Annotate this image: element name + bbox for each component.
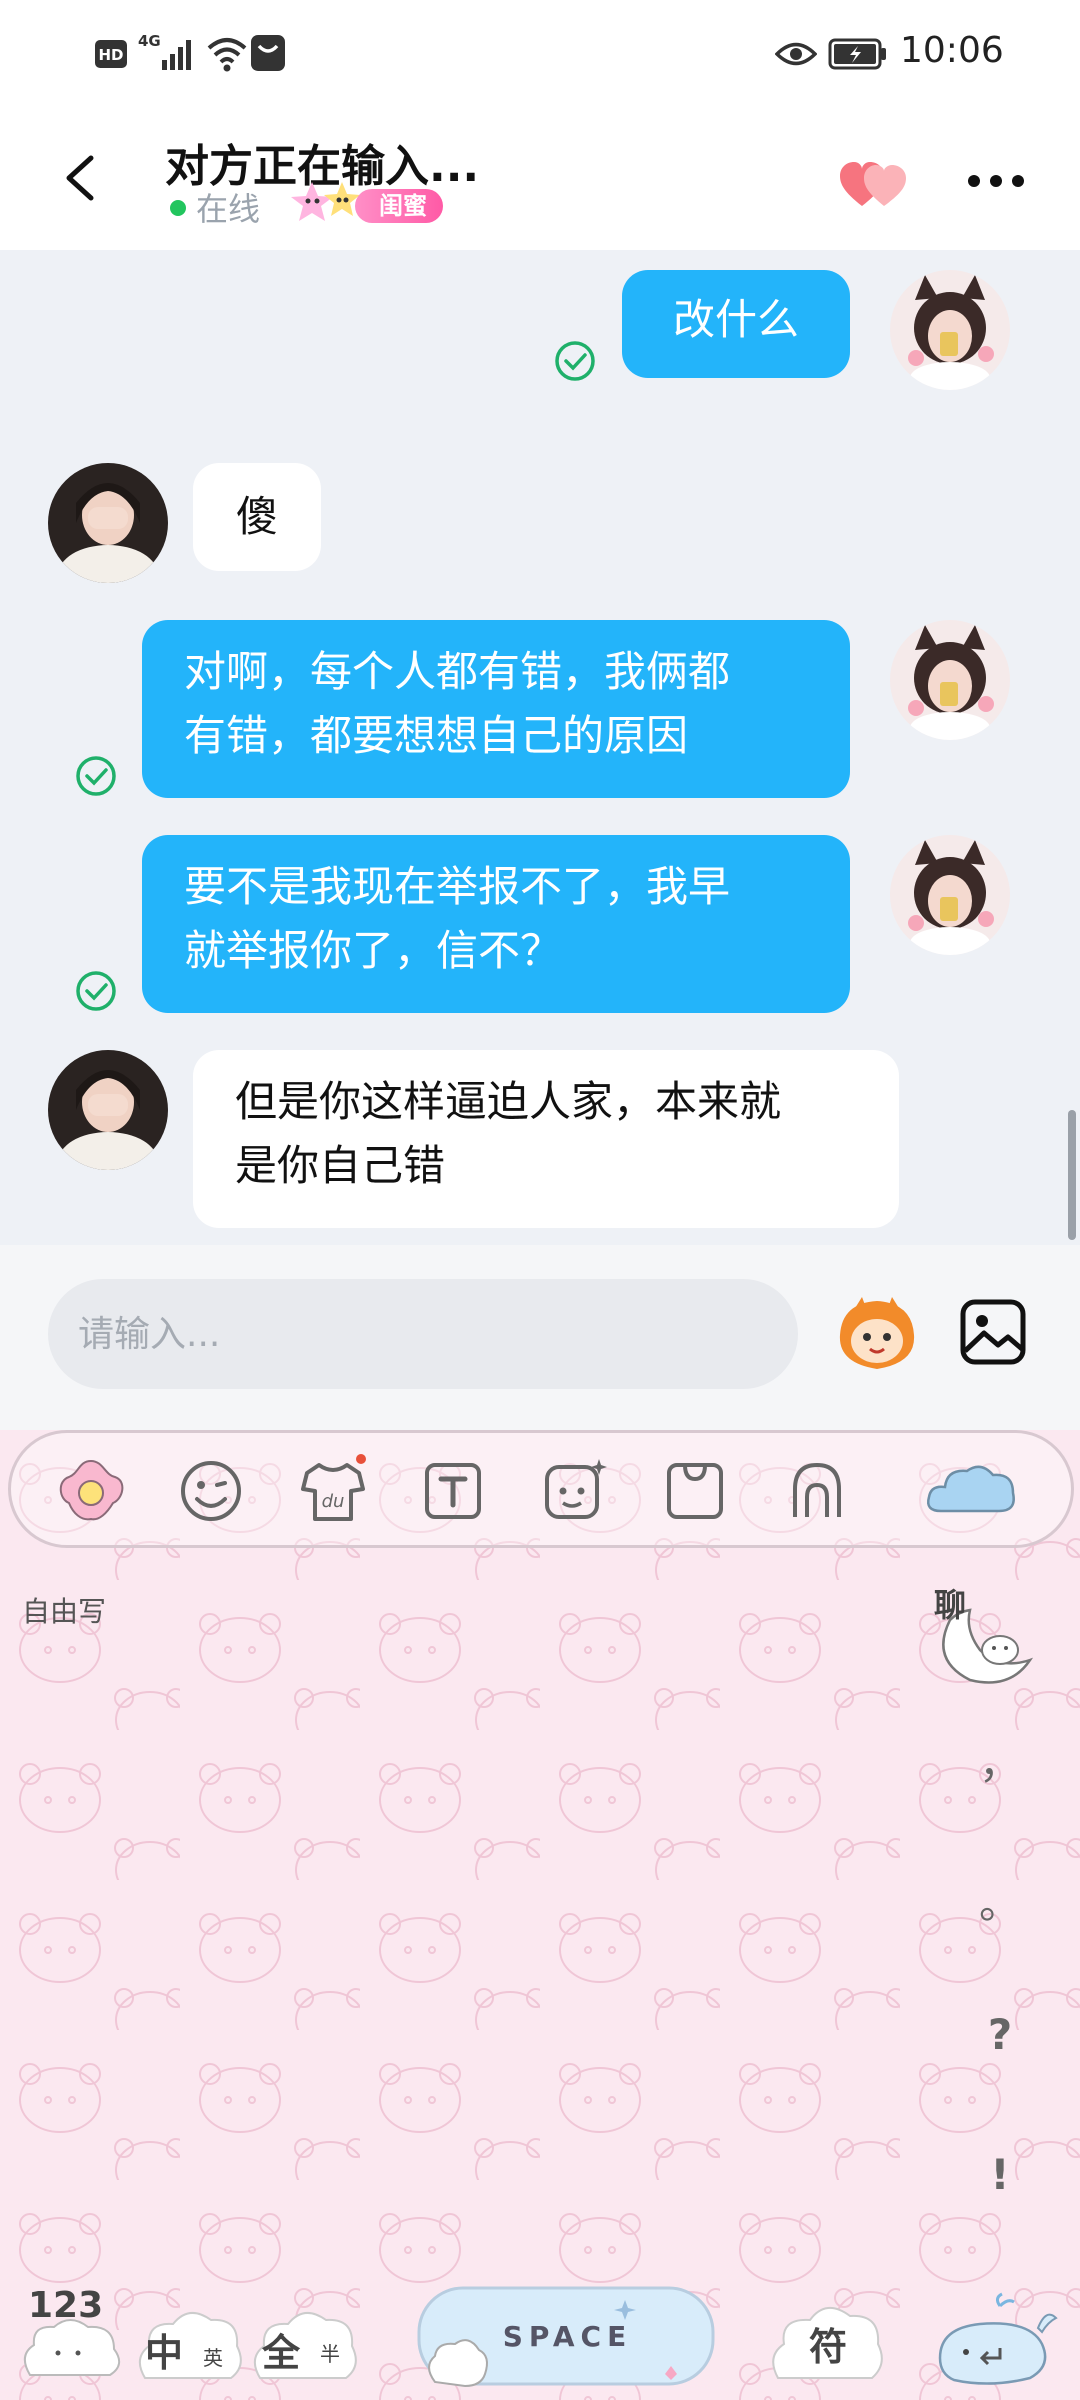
space-key[interactable]: SPACE [415, 2282, 720, 2392]
comma-key[interactable]: ， [970, 1730, 1030, 1791]
space-key-label: SPACE [502, 2320, 633, 2353]
outfit-button[interactable]: du [293, 1451, 373, 1531]
emoji-button[interactable] [171, 1451, 251, 1531]
question-mark-key[interactable]: ? [970, 2010, 1030, 2059]
free-write-label[interactable]: 自由写 [22, 1590, 106, 1630]
cloud-icon [927, 1465, 1015, 1513]
half-width-label: 半 [320, 2342, 340, 2366]
shirt-icon: du [301, 1454, 366, 1521]
message-text-line: 要不是我现在举报不了，我早 [184, 862, 731, 911]
image-icon [960, 1299, 1026, 1365]
message-text-line: 对啊，每个人都有错，我俩都 [184, 647, 731, 696]
chat-header: 对方正在输入... 在线 闺蜜 [0, 110, 1080, 250]
message-bubble-sent[interactable]: 改什么 [622, 270, 850, 378]
flower-icon [59, 1459, 124, 1521]
my-avatar[interactable] [890, 835, 1010, 955]
my-avatar[interactable] [890, 270, 1010, 390]
contact-avatar[interactable] [48, 1050, 168, 1170]
handwriting-button[interactable] [777, 1451, 857, 1531]
message-input[interactable] [48, 1279, 798, 1389]
message-bubble-received[interactable]: 傻 [193, 463, 321, 571]
svg-text:HD: HD [98, 46, 123, 64]
message-text-line: 是你自己错 [235, 1141, 446, 1190]
svg-text:4G: 4G [138, 32, 161, 50]
svg-text:du: du [322, 1491, 345, 1512]
text-style-button[interactable] [413, 1451, 493, 1531]
message-text: 傻 [235, 492, 278, 541]
input-method-keyboard: du 自由写 聊 ， 。 ? ! 123 中 英 全 半 SPACE 符 [0, 1430, 1080, 2400]
keyboard-toolbar: du [8, 1430, 1074, 1548]
width-switch-key[interactable]: 全 半 [250, 2298, 360, 2388]
handwriting-icon [793, 1462, 841, 1517]
full-width-label: 全 [262, 2331, 301, 2375]
cat-girl-avatar-image [890, 620, 1010, 740]
sticker-maker-button[interactable] [533, 1451, 613, 1531]
battery-charging-icon [828, 38, 888, 82]
cloud-service-button[interactable] [921, 1451, 1021, 1531]
double-heart-icon [840, 162, 906, 206]
emoji-icon [181, 1461, 241, 1521]
exclamation-key[interactable]: ! [970, 2150, 1030, 2199]
sticker-icon [545, 1459, 607, 1519]
back-button[interactable] [55, 148, 115, 208]
symbols-key-label: 符 [808, 2325, 847, 2369]
contact-avatar-image [48, 1050, 168, 1170]
bear-pattern-background [0, 1430, 1080, 2400]
lang-en-label: 英 [203, 2346, 223, 2370]
chat-assistant-label: 聊 [934, 1586, 967, 1624]
contact-avatar[interactable] [48, 463, 168, 583]
hd-icon: HD [94, 38, 128, 82]
delivered-check-icon [76, 971, 116, 1011]
chat-assistant-key[interactable]: 聊 [930, 1580, 1040, 1690]
symbols-key[interactable]: 符 [768, 2292, 888, 2388]
cat-girl-avatar-image [890, 270, 1010, 390]
status-bar: HD 4G 10:06 [0, 0, 1080, 110]
sticker-button[interactable] [832, 1295, 922, 1375]
numbers-key[interactable]: 123 [18, 2285, 128, 2385]
chat-message-list[interactable]: 改什么 傻 对啊，每个人都有错，我俩都 有错，都要想想自己的原因 要不是我现在举… [0, 250, 1080, 1245]
4g-signal-icon: 4G [136, 32, 196, 76]
enter-key[interactable] [930, 2288, 1060, 2388]
delivered-check-icon [76, 756, 116, 796]
intimacy-button[interactable] [838, 158, 910, 214]
more-options-button[interactable] [965, 166, 1027, 196]
period-key[interactable]: 。 [970, 1870, 1030, 1931]
message-text: 改什么 [672, 295, 799, 344]
message-input-bar [0, 1245, 1080, 1430]
my-avatar[interactable] [890, 620, 1010, 740]
wifi-icon [206, 34, 248, 78]
message-bubble-sent[interactable]: 要不是我现在举报不了，我早 就举报你了，信不？ [142, 835, 850, 1013]
delivered-check-icon [555, 341, 595, 381]
skin-button[interactable] [51, 1451, 131, 1531]
clipboard-icon [667, 1463, 723, 1519]
language-switch-key[interactable]: 中 英 [135, 2298, 245, 2388]
lang-zh-label: 中 [145, 2331, 184, 2375]
message-bubble-sent[interactable]: 对啊，每个人都有错，我俩都 有错，都要想想自己的原因 [142, 620, 850, 798]
clock-time: 10:06 [900, 30, 1004, 71]
text-icon [425, 1463, 481, 1519]
online-status-text: 在线 [196, 190, 261, 228]
contact-avatar-image [48, 463, 168, 583]
message-text-line: 但是你这样逼迫人家，本来就 [235, 1077, 782, 1126]
cat-girl-avatar-image [890, 835, 1010, 955]
eye-comfort-icon [774, 38, 818, 82]
chat-scrollbar[interactable] [1068, 1110, 1076, 1240]
whale-enter-icon [938, 2292, 1058, 2385]
message-text-line: 有错，都要想想自己的原因 [184, 711, 689, 760]
numbers-key-label: 123 [28, 2285, 104, 2326]
message-text-line: 就举报你了，信不？ [184, 926, 563, 975]
chevron-left-icon [66, 155, 94, 201]
notification-app-icon [250, 34, 286, 78]
more-horizontal-icon [968, 175, 1024, 187]
online-status-dot [170, 200, 186, 216]
relationship-badge: 闺蜜 [355, 189, 443, 223]
clipboard-button[interactable] [655, 1451, 735, 1531]
image-button[interactable] [958, 1297, 1028, 1367]
message-bubble-received[interactable]: 但是你这样逼迫人家，本来就 是你自己错 [193, 1050, 899, 1228]
mascot-sticker-icon [839, 1297, 915, 1369]
